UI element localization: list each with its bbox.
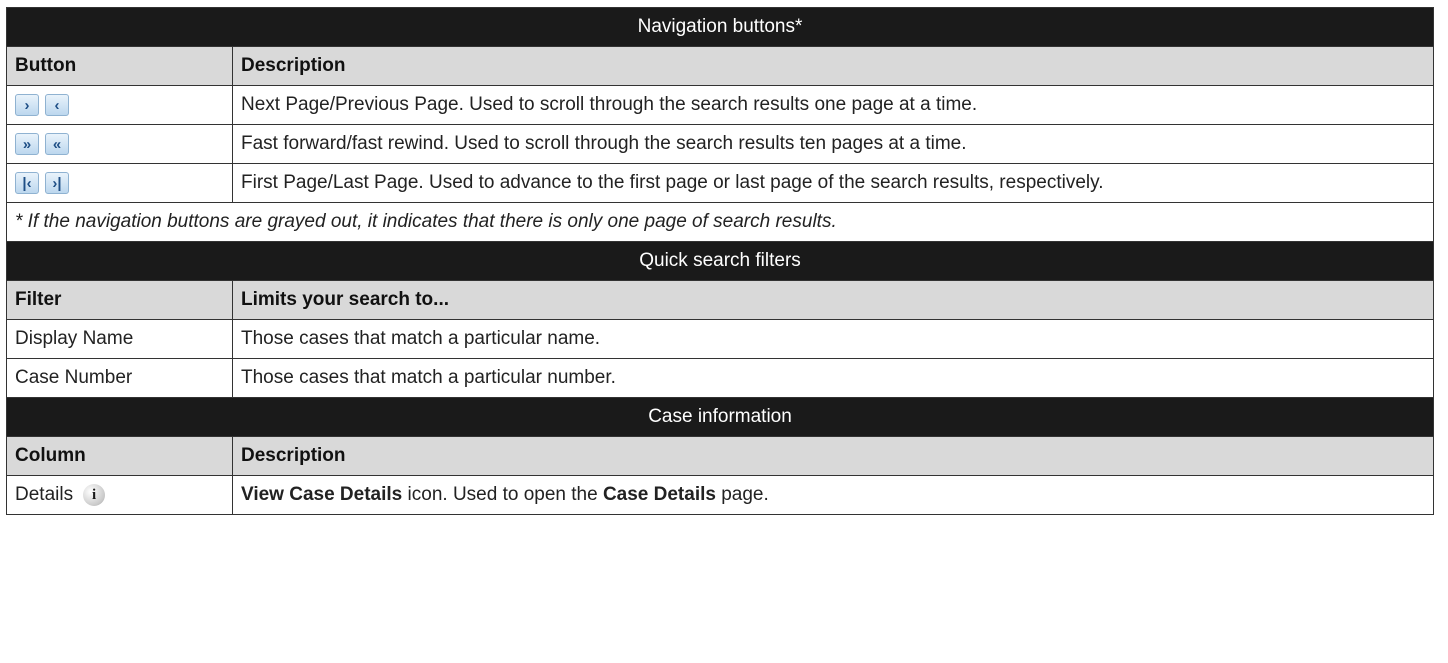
nav-description: Next Page/Previous Page. Used to scroll … xyxy=(232,85,1434,125)
filter-row-case-number: Case Number Those cases that match a par… xyxy=(6,358,1434,398)
case-info-column-header: Column Description xyxy=(6,436,1434,476)
filter-name: Case Number xyxy=(6,358,233,398)
case-details-term: Case Details xyxy=(602,484,716,505)
column-header-filter: Filter xyxy=(6,280,233,320)
case-column-description: View Case Details icon. Used to open the… xyxy=(232,475,1434,515)
nav-buttons-cell: |‹ ›| xyxy=(6,163,233,203)
case-info-row-details: Details i View Case Details icon. Used to… xyxy=(6,475,1434,515)
case-info-section-title: Case information xyxy=(6,397,1434,437)
column-header-limits: Limits your search to... xyxy=(232,280,1434,320)
nav-note-row: * If the navigation buttons are grayed o… xyxy=(6,202,1434,242)
first-page-icon[interactable]: |‹ xyxy=(15,171,39,194)
nav-row-next-previous: › ‹ Next Page/Previous Page. Used to scro… xyxy=(6,85,1434,125)
nav-description: First Page/Last Page. Used to advance to… xyxy=(232,163,1434,203)
nav-column-header: Button Description xyxy=(6,46,1434,86)
fast-rewind-icon[interactable]: « xyxy=(45,132,69,155)
case-info-section-header: Case information xyxy=(6,397,1434,437)
case-column-name: Details xyxy=(15,484,74,505)
nav-description: Fast forward/fast rewind. Used to scroll… xyxy=(232,124,1434,164)
filters-column-header: Filter Limits your search to... xyxy=(6,280,1434,320)
view-case-details-term: View Case Details xyxy=(241,484,403,505)
reference-table: Navigation buttons* Button Description ›… xyxy=(6,7,1434,515)
column-header-description: Description xyxy=(232,436,1434,476)
column-header-button: Button xyxy=(6,46,233,86)
previous-page-icon[interactable]: ‹ xyxy=(45,93,69,116)
column-header-description: Description xyxy=(232,46,1434,86)
nav-footnote: * If the navigation buttons are grayed o… xyxy=(6,202,1434,242)
filters-section-title: Quick search filters xyxy=(6,241,1434,281)
filter-description: Those cases that match a particular numb… xyxy=(232,358,1434,398)
last-page-icon[interactable]: ›| xyxy=(45,171,69,194)
nav-section-header: Navigation buttons* xyxy=(6,7,1434,47)
nav-row-fast-forward-rewind: » « Fast forward/fast rewind. Used to scr… xyxy=(6,124,1434,164)
info-icon[interactable]: i xyxy=(83,483,106,506)
case-column-cell: Details i xyxy=(6,475,233,515)
filter-name: Display Name xyxy=(6,319,233,359)
next-page-icon[interactable]: › xyxy=(15,93,39,116)
description-text: page. xyxy=(715,484,769,505)
filters-section-header: Quick search filters xyxy=(6,241,1434,281)
description-text: icon. Used to open the xyxy=(402,484,603,505)
filter-row-display-name: Display Name Those cases that match a pa… xyxy=(6,319,1434,359)
nav-buttons-cell: » « xyxy=(6,124,233,164)
column-header-column: Column xyxy=(6,436,233,476)
nav-buttons-cell: › ‹ xyxy=(6,85,233,125)
fast-forward-icon[interactable]: » xyxy=(15,132,39,155)
filter-description: Those cases that match a particular name… xyxy=(232,319,1434,359)
nav-section-title: Navigation buttons* xyxy=(6,7,1434,47)
nav-row-first-last: |‹ ›| First Page/Last Page. Used to advan… xyxy=(6,163,1434,203)
